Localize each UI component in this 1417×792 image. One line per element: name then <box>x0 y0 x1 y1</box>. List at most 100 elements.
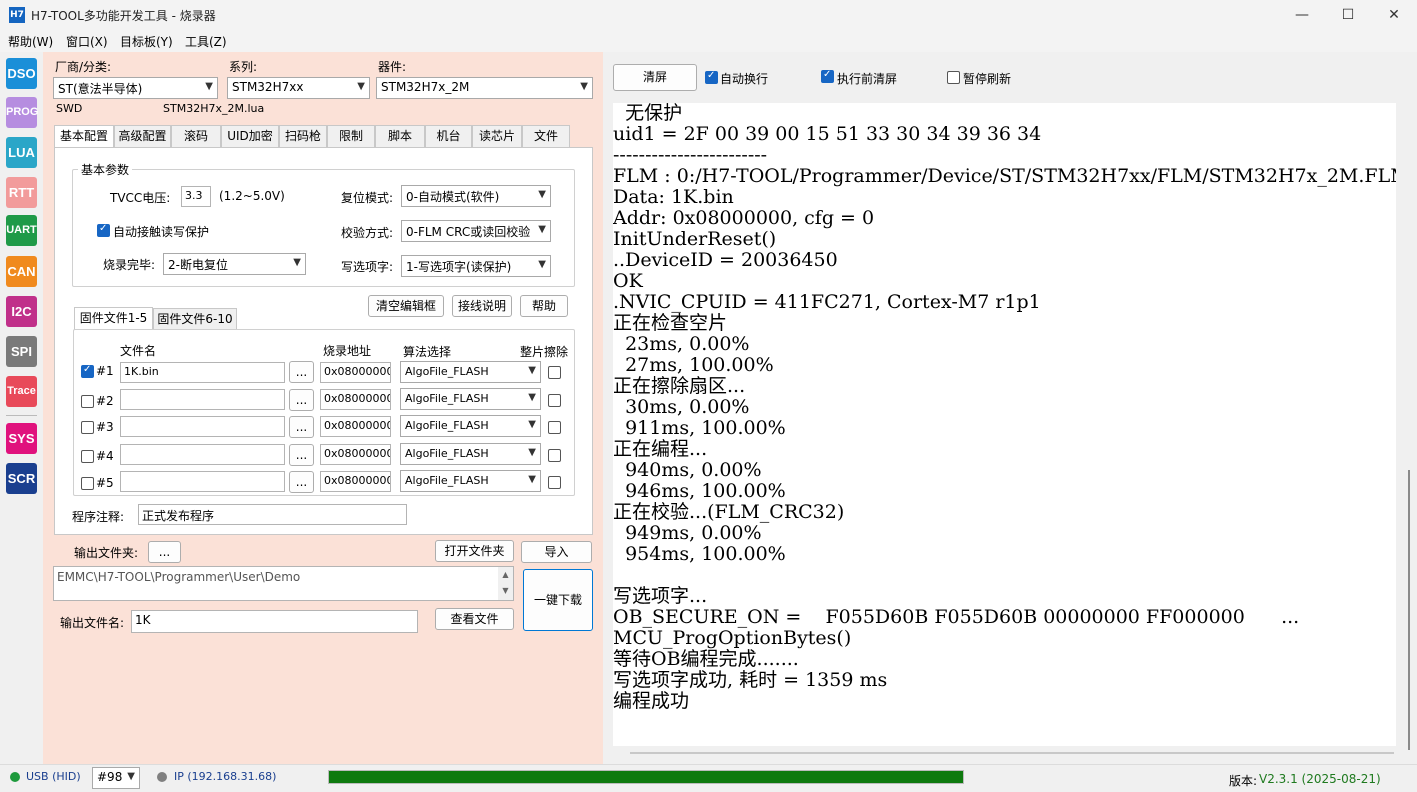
row4-erase-checkbox[interactable] <box>548 449 561 462</box>
row4-address-input[interactable]: 0x08000000 <box>320 444 391 465</box>
tab-rolling-code[interactable]: 滚码 <box>171 125 221 147</box>
tab-machine[interactable]: 机台 <box>425 125 472 147</box>
menu-target-board[interactable]: 目标板(Y) <box>120 33 173 50</box>
menu-tools[interactable]: 工具(Z) <box>185 33 227 50</box>
row3-algo-select[interactable]: AlgoFile_FLASH ▼ <box>400 415 541 437</box>
log-horizontal-scrollbar[interactable] <box>630 752 1394 754</box>
minimize-button[interactable]: — <box>1279 0 1325 30</box>
nav-prog-button[interactable]: PROG <box>6 97 38 128</box>
one-click-download-button[interactable]: 一键下载 <box>523 569 593 631</box>
output-path-field[interactable]: EMMC\H7-TOOL\Programmer\User\Demo <box>53 566 514 601</box>
output-log[interactable]: 无保护 uid1 = 2F 00 39 00 15 51 33 30 34 39 … <box>613 103 1396 746</box>
log-vertical-scrollbar[interactable] <box>1402 52 1417 764</box>
finish-select[interactable]: 2-断电复位 ▼ <box>163 253 306 275</box>
row5-erase-checkbox[interactable] <box>548 476 561 489</box>
menu-help[interactable]: 帮助(W) <box>8 33 53 50</box>
row1-erase-checkbox[interactable] <box>548 366 561 379</box>
nav-spi-button[interactable]: SPI <box>6 336 37 367</box>
row2-filename-input[interactable] <box>120 389 285 410</box>
nav-trace-button[interactable]: Trace <box>6 376 37 407</box>
nav-uart-button[interactable]: UART <box>6 215 37 246</box>
row1-address-input[interactable]: 0x08000000 <box>320 362 391 383</box>
row2-browse-button[interactable]: ... <box>289 389 314 411</box>
tab-firmware-6-10[interactable]: 固件文件6-10 <box>153 308 237 330</box>
status-bar: USB (HID) #98 ▼ IP (192.168.31.68) 版本: V2… <box>0 764 1417 792</box>
help-button[interactable]: 帮助 <box>520 295 568 317</box>
nav-sys-button[interactable]: SYS <box>6 423 37 454</box>
series-select[interactable]: STM32H7xx ▼ <box>227 77 370 99</box>
tab-file[interactable]: 文件 <box>522 125 570 147</box>
row4-checkbox[interactable] <box>81 450 94 463</box>
output-filename-input[interactable]: 1K <box>131 610 418 633</box>
row1-algo-select[interactable]: AlgoFile_FLASH ▼ <box>400 361 541 383</box>
open-folder-button[interactable]: 打开文件夹 <box>435 540 514 562</box>
output-folder-browse-button[interactable]: ... <box>148 541 181 563</box>
row1-filename-input[interactable]: 1K.bin <box>120 362 285 383</box>
tab-firmware-1-5[interactable]: 固件文件1-5 <box>74 307 153 330</box>
port-select[interactable]: #98 ▼ <box>92 767 140 789</box>
clear-editor-button[interactable]: 清空编辑框 <box>368 295 444 317</box>
auto-wrap-checkbox[interactable] <box>705 70 718 84</box>
nav-i2c-button[interactable]: I2C <box>6 296 37 327</box>
tab-basic[interactable]: 基本配置 <box>54 125 114 148</box>
row4-algo-select[interactable]: AlgoFile_FLASH ▼ <box>400 443 541 465</box>
row5-checkbox[interactable] <box>81 477 94 490</box>
tab-script[interactable]: 脚本 <box>375 125 425 147</box>
scroll-down-icon[interactable]: ▼ <box>502 586 508 595</box>
import-button[interactable]: 导入 <box>521 541 592 563</box>
row5-algo-select[interactable]: AlgoFile_FLASH ▼ <box>400 470 541 492</box>
note-label: 程序注释: <box>72 510 125 524</box>
nav-lua-button[interactable]: LUA <box>6 137 37 168</box>
tab-uid-encrypt[interactable]: UID加密 <box>221 125 279 147</box>
chevron-down-icon: ▼ <box>127 771 135 782</box>
row3-checkbox[interactable] <box>81 421 94 434</box>
scroll-thumb[interactable] <box>1408 470 1410 750</box>
row4-browse-button[interactable]: ... <box>289 444 314 466</box>
log-line: 正在擦除扇区... <box>613 375 746 397</box>
nav-rtt-button[interactable]: RTT <box>6 177 37 208</box>
vendor-select[interactable]: ST(意法半导体) ▼ <box>53 77 218 99</box>
menu-window[interactable]: 窗口(X) <box>66 33 108 50</box>
log-line: ..DeviceID = 20036450 <box>613 249 838 271</box>
close-button[interactable]: ✕ <box>1371 0 1417 30</box>
log-line: Data: 1K.bin <box>613 186 734 208</box>
row3-browse-button[interactable]: ... <box>289 416 314 438</box>
verify-select[interactable]: 0-FLM CRC或读回校验 ▼ <box>401 220 551 242</box>
pause-refresh-checkbox[interactable] <box>947 71 960 84</box>
row3-address-input[interactable]: 0x08000000 <box>320 416 391 437</box>
view-file-button[interactable]: 查看文件 <box>435 608 514 630</box>
wiring-guide-button[interactable]: 接线说明 <box>452 295 512 317</box>
option-bytes-select[interactable]: 1-写选项字(读保护) ▼ <box>401 255 551 277</box>
nav-dso-button[interactable]: DSO <box>6 58 37 89</box>
log-line: 正在编程... <box>613 438 708 460</box>
row1-browse-button[interactable]: ... <box>289 361 314 383</box>
clear-screen-button[interactable]: 清屏 <box>613 64 697 91</box>
note-input[interactable]: 正式发布程序 <box>138 504 407 525</box>
tab-read-chip[interactable]: 读芯片 <box>472 125 522 147</box>
row5-browse-button[interactable]: ... <box>289 471 314 493</box>
maximize-button[interactable]: ☐ <box>1325 0 1371 30</box>
tvcc-input[interactable]: 3.3 <box>181 186 211 207</box>
row2-checkbox[interactable] <box>81 395 94 408</box>
tab-limit[interactable]: 限制 <box>327 125 375 147</box>
row2-address-input[interactable]: 0x08000000 <box>320 389 391 410</box>
auto-unlock-checkbox[interactable] <box>97 223 110 237</box>
nav-scr-button[interactable]: SCR <box>6 463 37 494</box>
row2-erase-checkbox[interactable] <box>548 394 561 407</box>
row4-filename-input[interactable] <box>120 444 285 465</box>
row5-address-input[interactable]: 0x08000000 <box>320 471 391 492</box>
path-scrollbar[interactable]: ▲ ▼ <box>498 567 513 600</box>
chevron-down-icon: ▼ <box>528 392 536 403</box>
part-select[interactable]: STM32H7x_2M ▼ <box>376 77 593 99</box>
tab-scanner[interactable]: 扫码枪 <box>279 125 327 147</box>
row3-erase-checkbox[interactable] <box>548 421 561 434</box>
row3-filename-input[interactable] <box>120 416 285 437</box>
nav-can-button[interactable]: CAN <box>6 256 37 287</box>
row2-algo-select[interactable]: AlgoFile_FLASH ▼ <box>400 388 541 410</box>
reset-select[interactable]: 0-自动模式(软件) ▼ <box>401 185 551 207</box>
row5-filename-input[interactable] <box>120 471 285 492</box>
clear-before-run-checkbox[interactable] <box>821 69 834 83</box>
tab-advanced[interactable]: 高级配置 <box>114 125 171 147</box>
scroll-up-icon[interactable]: ▲ <box>502 570 508 579</box>
row1-checkbox[interactable] <box>81 364 94 378</box>
